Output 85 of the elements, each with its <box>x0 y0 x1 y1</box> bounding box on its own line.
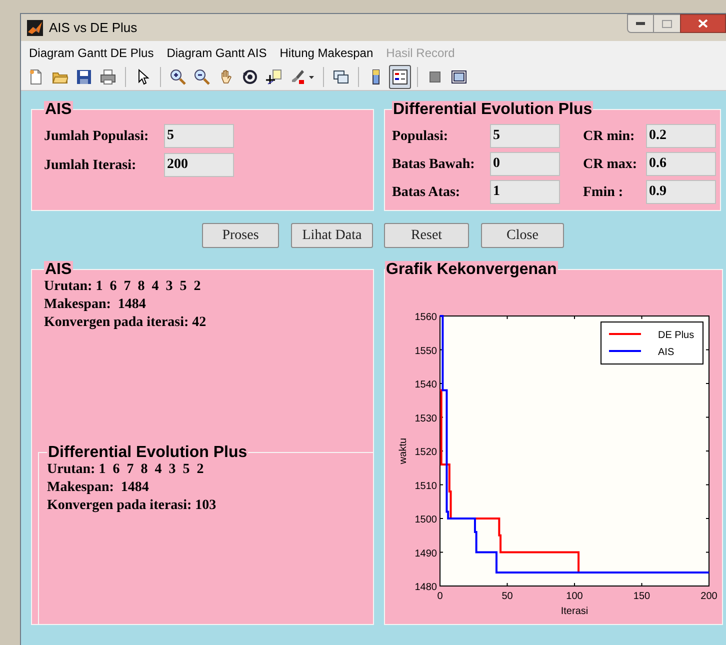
action-button[interactable]: Proses <box>202 223 279 248</box>
x-tick <box>506 582 508 586</box>
x-tick <box>641 582 642 586</box>
x-tick <box>574 316 575 320</box>
menu-item[interactable]: Diagram Gantt AIS <box>166 44 267 62</box>
menu-item[interactable]: Diagram Gantt DE Plus <box>29 44 154 62</box>
y-tick <box>706 484 710 486</box>
x-tick <box>506 316 508 320</box>
y-tick <box>706 383 710 384</box>
result-text: Konvergen pada iterasi: 103 <box>47 497 218 515</box>
x-tick-label: 200 <box>700 591 718 602</box>
legend-label: AIS <box>658 347 674 358</box>
square-icon <box>427 69 443 85</box>
x-tick-label: 0 <box>437 591 443 602</box>
print-icon <box>100 69 116 85</box>
field-label: Batas Bawah: <box>392 156 476 174</box>
caret-icon <box>309 76 314 78</box>
input-field[interactable]: 5 <box>490 124 560 148</box>
y-tick-label: 1520 <box>414 447 437 458</box>
input-field[interactable]: 0.9 <box>646 180 716 204</box>
action-button[interactable]: Close <box>481 223 564 248</box>
legend-icon <box>392 69 408 85</box>
result-text: Konvergen pada iterasi: 42 <box>44 314 208 332</box>
minimize-icon <box>636 22 645 25</box>
close-button[interactable] <box>680 14 726 33</box>
action-button[interactable]: Lihat Data <box>291 223 373 248</box>
x-tick-label: 100 <box>566 591 583 602</box>
x-tick-label: 50 <box>502 591 513 602</box>
panel-title: Grafik Kekonvergenan <box>385 261 558 278</box>
app-logo-icon <box>27 20 43 36</box>
y-tick <box>440 518 444 519</box>
window-title: AIS vs DE Plus <box>49 18 138 37</box>
result-text: Urutan: 1 6 7 8 4 3 5 2 <box>44 278 202 296</box>
field-label: CR max: <box>582 156 638 174</box>
y-tick-label: 1480 <box>414 582 437 593</box>
action-button[interactable]: Reset <box>384 223 469 248</box>
save-icon <box>76 69 92 85</box>
x-tick <box>641 316 642 320</box>
zoom-out-icon <box>194 69 210 85</box>
field-label: Batas Atas: <box>392 184 462 202</box>
input-field[interactable]: 200 <box>164 153 234 177</box>
y-tick-label: 1510 <box>414 480 437 492</box>
rotate-icon <box>242 69 258 85</box>
x-tick <box>574 582 575 586</box>
legend-label: DE Plus <box>658 330 694 341</box>
y-tick <box>706 416 710 418</box>
legend-tool[interactable] <box>389 65 411 89</box>
x-axis-label: Iterasi <box>560 606 588 616</box>
maximize-icon <box>662 20 672 28</box>
y-tick-label: 1500 <box>414 514 437 526</box>
brush-icon <box>290 69 306 85</box>
y-tick-label: 1540 <box>414 380 437 390</box>
y-tick <box>706 349 710 350</box>
input-field[interactable]: 0 <box>490 152 560 176</box>
minimize-button[interactable] <box>627 14 654 33</box>
input-field[interactable]: 0.6 <box>646 152 716 176</box>
x-tick-label: 150 <box>633 591 650 602</box>
input-field[interactable]: 1 <box>490 180 560 204</box>
plot-frame-icon <box>451 69 467 85</box>
y-tick <box>706 518 710 519</box>
y-tick <box>706 552 710 553</box>
field-label: Fmin : <box>582 184 624 202</box>
input-field[interactable]: 0.2 <box>646 124 716 148</box>
link-plot-icon <box>333 69 349 85</box>
y-tick <box>706 450 710 452</box>
new-file-icon <box>28 69 44 85</box>
result-text: Urutan: 1 6 7 8 4 3 5 2 <box>47 461 205 479</box>
y-tick <box>440 552 444 553</box>
y-tick-label: 1560 <box>414 312 437 323</box>
close-icon <box>698 19 708 28</box>
data-cursor-icon <box>266 69 282 85</box>
field-label: Jumlah Iterasi: <box>44 156 138 174</box>
result-text: Makespan: 1484 <box>47 479 150 497</box>
y-tick-label: 1530 <box>414 413 437 424</box>
y-tick-label: 1550 <box>414 346 437 357</box>
y-tick-label: 1490 <box>414 548 437 560</box>
y-tick <box>440 484 444 486</box>
field-label: Jumlah Populasi: <box>44 128 150 146</box>
input-field[interactable]: 5 <box>164 124 234 148</box>
menu-item[interactable]: Hitung Makespan <box>280 44 374 62</box>
y-axis-label: waktu <box>398 438 409 464</box>
result-text: Makespan: 1484 <box>44 296 147 314</box>
field-label: CR min: <box>582 128 636 146</box>
zoom-in-icon <box>170 69 186 85</box>
field-label: Populasi: <box>392 128 450 146</box>
